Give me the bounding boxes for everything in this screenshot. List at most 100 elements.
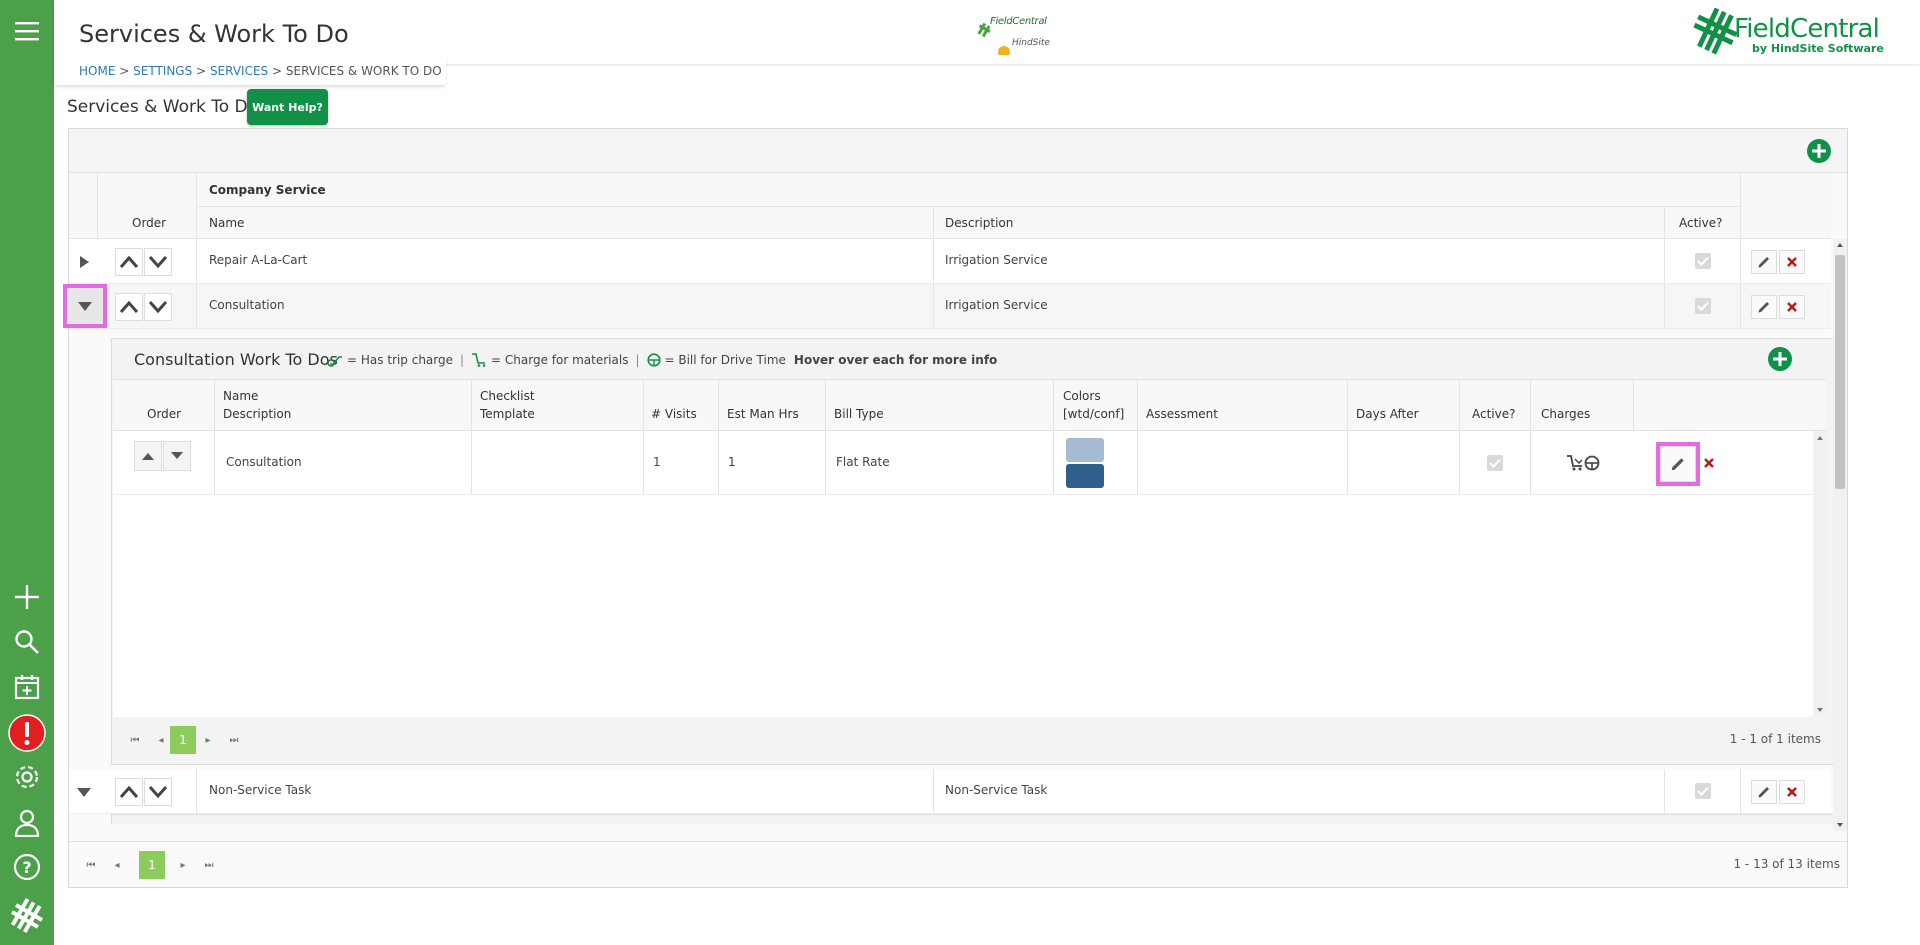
check-icon <box>1697 301 1709 311</box>
wtd-assessment-header[interactable]: Assessment <box>1146 407 1218 421</box>
drive-time-charge-icon[interactable] <box>1584 455 1600 471</box>
help-icon[interactable]: ? <box>8 848 46 886</box>
active-checkbox <box>1695 783 1711 799</box>
edit-service-button[interactable] <box>1751 295 1777 319</box>
pencil-icon <box>1671 458 1684 471</box>
delete-service-button[interactable] <box>1779 250 1805 274</box>
pencil-icon <box>1758 302 1769 313</box>
move-down-button[interactable] <box>144 293 172 321</box>
wtd-est-hrs-header[interactable]: Est Man Hrs <box>727 407 799 421</box>
pager-next-icon[interactable]: ▸ <box>201 733 215 747</box>
wtd-move-down-button[interactable] <box>163 441 191 471</box>
service-row[interactable]: Non-Service Task Non-Service Task <box>69 769 1831 814</box>
work-to-dos-scrollbar[interactable] <box>1813 431 1827 717</box>
wtd-color-swatch-wtd[interactable] <box>1066 438 1104 462</box>
work-to-dos-pager: ⏮ ◂ 1 ▸ ⏭ 1 - 1 of 1 items <box>113 717 1826 763</box>
wtd-charges-header[interactable]: Charges <box>1541 407 1590 421</box>
pager-page-button[interactable]: 1 <box>139 851 165 879</box>
alert-icon[interactable] <box>8 714 46 752</box>
pager-summary: 1 - 13 of 13 items <box>1733 857 1840 871</box>
logo-icon[interactable] <box>8 897 46 935</box>
menu-icon[interactable] <box>8 12 46 50</box>
chevron-up-icon <box>119 300 139 313</box>
wtd-colors-subheader: [wtd/conf] <box>1063 407 1125 421</box>
work-to-do-row[interactable]: Consultation 1 1 Flat Rate <box>113 431 1813 495</box>
name-column-header[interactable]: Name <box>209 216 244 230</box>
grid-scrollbar[interactable] <box>1833 239 1847 831</box>
delete-service-button[interactable] <box>1779 780 1805 804</box>
move-down-button[interactable] <box>144 248 172 276</box>
check-icon <box>1489 458 1501 468</box>
pager-first-icon[interactable]: ⏮ <box>128 733 142 747</box>
top-header: Services & Work To Do FieldCentral HindS… <box>54 0 1920 85</box>
wtd-name-header[interactable]: Name <box>223 389 258 403</box>
edit-service-button[interactable] <box>1751 250 1777 274</box>
delete-service-button[interactable] <box>1779 295 1805 319</box>
work-to-dos-header: Order Name Description Checklist Templat… <box>113 379 1826 431</box>
add-service-button[interactable] <box>1807 139 1831 163</box>
service-description: Irrigation Service <box>945 298 1048 312</box>
pager-last-icon[interactable]: ⏭ <box>202 858 216 872</box>
pager-summary: 1 - 1 of 1 items <box>1729 732 1821 746</box>
description-column-header[interactable]: Description <box>945 216 1013 230</box>
expand-row-toggle[interactable] <box>75 783 93 801</box>
scroll-thumb[interactable] <box>1835 255 1845 489</box>
active-checkbox <box>1695 298 1711 314</box>
want-help-button[interactable]: Want Help? <box>247 89 328 125</box>
delete-work-to-do-button[interactable] <box>1703 457 1715 469</box>
wtd-bill-type-header[interactable]: Bill Type <box>834 407 884 421</box>
wtd-move-up-button[interactable] <box>134 441 162 471</box>
wtd-color-swatch-conf[interactable] <box>1066 464 1104 488</box>
service-row[interactable]: Repair A-La-Cart Irrigation Service <box>69 239 1831 284</box>
order-column-header[interactable]: Order <box>132 216 166 230</box>
service-name: Consultation <box>209 298 285 312</box>
wtd-visits-header[interactable]: # Visits <box>651 407 697 421</box>
move-up-button[interactable] <box>115 248 143 276</box>
pager-next-icon[interactable]: ▸ <box>176 858 190 872</box>
edit-work-to-do-button[interactable] <box>1656 442 1700 486</box>
pager-first-icon[interactable]: ⏮ <box>84 858 98 872</box>
move-up-button[interactable] <box>115 293 143 321</box>
brand-logo: FieldCentral by HindSite Software <box>1690 8 1890 58</box>
pager-prev-icon[interactable]: ◂ <box>154 733 168 747</box>
active-column-header[interactable]: Active? <box>1679 216 1723 230</box>
move-down-button[interactable] <box>144 778 172 806</box>
breadcrumb-services-link[interactable]: SERVICES <box>210 64 268 78</box>
center-logo: FieldCentral HindSite <box>924 10 1050 55</box>
edit-service-button[interactable] <box>1751 780 1777 804</box>
close-icon <box>1787 787 1797 797</box>
wtd-colors-header[interactable]: Colors <box>1063 389 1101 403</box>
close-icon <box>1787 257 1797 267</box>
wtd-active-header[interactable]: Active? <box>1472 407 1516 421</box>
wtd-description-header[interactable]: Description <box>223 407 291 421</box>
wtd-template-header[interactable]: Template <box>480 407 535 421</box>
user-icon[interactable] <box>8 804 46 842</box>
materials-charge-icon[interactable] <box>1566 455 1584 471</box>
chevron-down-icon <box>148 256 168 269</box>
expand-row-toggle[interactable] <box>75 253 93 271</box>
pencil-icon <box>1758 257 1769 268</box>
collapse-row-toggle[interactable] <box>63 284 107 328</box>
wtd-name: Consultation <box>226 455 302 469</box>
wtd-active-checkbox <box>1487 455 1503 471</box>
pager-page-button[interactable]: 1 <box>170 726 196 754</box>
add-work-to-do-button[interactable] <box>1768 347 1792 371</box>
settings-icon[interactable] <box>8 758 46 796</box>
breadcrumb: HOME > SETTINGS > SERVICES > SERVICES & … <box>79 64 442 78</box>
charges-legend: = Has trip charge | = Charge for materia… <box>327 353 997 367</box>
service-row[interactable]: Consultation Irrigation Service <box>63 284 1831 329</box>
trip-charge-icon <box>327 353 343 367</box>
move-up-button[interactable] <box>115 778 143 806</box>
wtd-days-after-header[interactable]: Days After <box>1356 407 1419 421</box>
wtd-checklist-header[interactable]: Checklist <box>480 389 535 403</box>
close-icon <box>1704 458 1714 468</box>
calendar-add-icon[interactable] <box>8 668 46 706</box>
breadcrumb-home-link[interactable]: HOME <box>79 64 115 78</box>
pager-prev-icon[interactable]: ◂ <box>110 858 124 872</box>
add-icon[interactable] <box>8 578 46 616</box>
pager-last-icon[interactable]: ⏭ <box>227 733 241 747</box>
breadcrumb-settings-link[interactable]: SETTINGS <box>133 64 192 78</box>
legend-trip-text: = Has trip charge <box>347 353 453 367</box>
search-icon[interactable] <box>8 623 46 661</box>
wtd-order-header[interactable]: Order <box>147 407 181 421</box>
